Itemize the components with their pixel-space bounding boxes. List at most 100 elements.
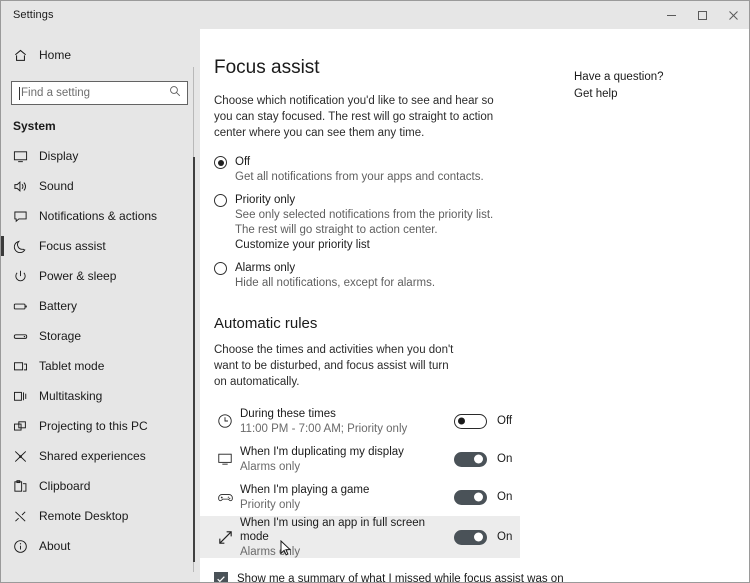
minimize-button[interactable]: [656, 1, 687, 29]
rule-during-these-times[interactable]: During these times 11:00 PM - 7:00 AM; P…: [200, 402, 749, 440]
sidebar-item-multitasking[interactable]: Multitasking: [1, 381, 200, 411]
sidebar-item-battery[interactable]: Battery: [1, 291, 200, 321]
sidebar-item-display-label: Display: [39, 149, 79, 163]
rule-playing-a-game-toggle[interactable]: [454, 489, 487, 505]
rule-playing-a-game[interactable]: When I'm playing a game Priority only On: [200, 478, 749, 516]
rule-duplicating-display[interactable]: When I'm duplicating my display Alarms o…: [200, 440, 749, 478]
radio-mark-off[interactable]: [214, 156, 227, 169]
help-panel: Have a question? Get help: [574, 69, 744, 103]
search-input[interactable]: Find a setting: [11, 81, 188, 105]
rule-full-screen-mode-state: On: [497, 531, 513, 543]
sidebar-item-home[interactable]: Home: [1, 39, 200, 71]
summary-checkbox[interactable]: [214, 572, 228, 582]
rule-duplicating-display-toggle-wrap: On: [454, 451, 513, 467]
rule-full-screen-mode-toggle-wrap: On: [454, 529, 513, 545]
sidebar-item-about[interactable]: About: [1, 531, 200, 561]
title-bar: Settings: [1, 1, 749, 29]
customize-priority-list-link[interactable]: Customize your priority list: [214, 238, 749, 253]
rule-full-screen-mode-title: When I'm using an app in full screen mod…: [240, 516, 426, 543]
radio-option-off-head: Off: [214, 155, 749, 169]
radio-option-priority-only-sub: See only selected notifications from the…: [235, 209, 494, 236]
remote-desktop-icon: [13, 509, 39, 524]
radio-mark-alarms-only[interactable]: [214, 262, 227, 275]
sidebar-item-tablet-mode[interactable]: Tablet mode: [1, 351, 200, 381]
sidebar-item-power-sleep[interactable]: Power & sleep: [1, 261, 200, 291]
sidebar-item-shared-experiences-label: Shared experiences: [39, 449, 146, 463]
sidebar-item-notifications-label: Notifications & actions: [39, 209, 158, 223]
radio-option-priority-only-label: Priority only: [235, 194, 296, 206]
sidebar-item-notifications[interactable]: Notifications & actions: [1, 201, 200, 231]
sidebar-item-battery-label: Battery: [39, 299, 78, 313]
tablet-icon: [13, 359, 39, 374]
rule-duplicating-display-state: On: [497, 453, 513, 465]
toggle-knob: [458, 417, 465, 425]
rule-full-screen-mode-toggle[interactable]: [454, 529, 487, 545]
window-title: Settings: [13, 9, 54, 21]
sidebar-item-projecting[interactable]: Projecting to this PC: [1, 411, 200, 441]
sidebar-scrollbar[interactable]: [193, 29, 200, 582]
radio-option-priority-only[interactable]: Priority only See only selected notifica…: [214, 193, 749, 253]
sidebar-item-power-sleep-label: Power & sleep: [39, 269, 117, 283]
scrollbar-thumb[interactable]: [193, 157, 195, 562]
sidebar-item-tablet-mode-label: Tablet mode: [39, 359, 105, 373]
help-panel-title: Have a question?: [574, 71, 664, 83]
sidebar-item-storage[interactable]: Storage: [1, 321, 200, 351]
share-icon: [13, 449, 39, 464]
settings-window: Settings Home Find a setting System Disp…: [0, 0, 750, 583]
rule-duplicating-display-subtitle: Alarms only: [240, 460, 301, 473]
main-content: Focus assist Choose which notification y…: [200, 29, 749, 582]
clock-icon: [210, 413, 240, 429]
automatic-rules-title: Automatic rules: [214, 315, 318, 332]
automatic-rules-description: Choose the times and activities when you…: [214, 344, 454, 388]
notification-icon: [13, 209, 39, 224]
monitor-icon: [13, 149, 39, 164]
toggle-knob: [474, 532, 483, 542]
toggle-knob: [474, 492, 483, 502]
radio-option-off[interactable]: Off Get all notifications from your apps…: [214, 155, 749, 185]
radio-option-priority-only-head: Priority only: [214, 193, 749, 207]
rule-playing-a-game-subtitle: Priority only: [240, 498, 301, 511]
rule-duplicating-display-toggle[interactable]: [454, 451, 487, 467]
sidebar-item-remote-desktop[interactable]: Remote Desktop: [1, 501, 200, 531]
rule-during-these-times-title: During these times: [240, 407, 336, 420]
radio-option-off-label: Off: [235, 156, 251, 168]
rule-during-these-times-subtitle: 11:00 PM - 7:00 AM; Priority only: [240, 422, 408, 435]
sidebar-item-focus-assist-label: Focus assist: [39, 239, 106, 253]
sidebar-item-clipboard-label: Clipboard: [39, 479, 91, 493]
moon-icon: [13, 239, 39, 254]
rule-full-screen-mode[interactable]: When I'm using an app in full screen mod…: [200, 516, 520, 558]
rule-playing-a-game-title: When I'm playing a game: [240, 483, 370, 496]
sidebar-item-storage-label: Storage: [39, 329, 82, 343]
window-body: Home Find a setting System Display Sound…: [1, 29, 749, 582]
sidebar-item-focus-assist[interactable]: Focus assist: [1, 231, 200, 261]
summary-checkbox-row[interactable]: Show me a summary of what I missed while…: [200, 558, 749, 582]
radio-option-alarms-only[interactable]: Alarms only Hide all notifications, exce…: [214, 261, 749, 291]
rule-playing-a-game-texts: When I'm playing a game Priority only: [240, 483, 454, 512]
maximize-button[interactable]: [687, 1, 718, 29]
focus-level-radio-group: Off Get all notifications from your apps…: [200, 141, 749, 291]
summary-checkbox-label: Show me a summary of what I missed while…: [237, 573, 564, 582]
rule-during-these-times-toggle-wrap: Off: [454, 413, 513, 429]
radio-option-alarms-only-label: Alarms only: [235, 262, 296, 274]
radio-option-alarms-only-sub: Hide all notifications, except for alarm…: [235, 277, 436, 289]
sidebar-nav-list: Display Sound Notifications & actions Fo…: [1, 139, 200, 561]
rule-full-screen-mode-subtitle: Alarms only: [240, 545, 301, 558]
sidebar-item-clipboard[interactable]: Clipboard: [1, 471, 200, 501]
sidebar-item-display[interactable]: Display: [1, 141, 200, 171]
sidebar-item-remote-desktop-label: Remote Desktop: [39, 509, 129, 523]
radio-mark-priority-only[interactable]: [214, 194, 227, 207]
sidebar: Home Find a setting System Display Sound…: [1, 29, 200, 582]
sidebar-item-shared-experiences[interactable]: Shared experiences: [1, 441, 200, 471]
window-controls: [656, 1, 749, 29]
rule-during-these-times-toggle[interactable]: [454, 413, 487, 429]
radio-option-off-sub: Get all notifications from your apps and…: [235, 171, 484, 183]
rule-during-these-times-state: Off: [497, 415, 513, 427]
get-help-link[interactable]: Get help: [574, 86, 744, 103]
sidebar-item-sound-label: Sound: [39, 179, 74, 193]
sidebar-item-sound[interactable]: Sound: [1, 171, 200, 201]
sidebar-item-multitasking-label: Multitasking: [39, 389, 103, 403]
search-icon: [169, 84, 181, 102]
search-placeholder: Find a setting: [21, 87, 91, 99]
close-button[interactable]: [718, 1, 749, 29]
power-icon: [13, 269, 39, 284]
